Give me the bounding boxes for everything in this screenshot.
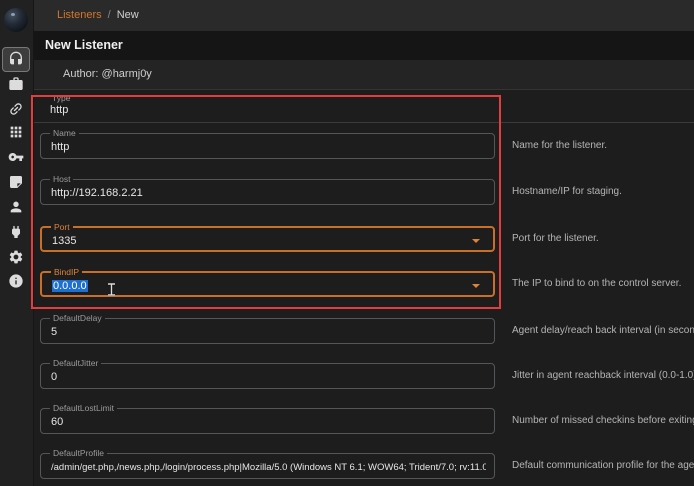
- breadcrumb-listeners-link[interactable]: Listeners: [57, 9, 102, 21]
- author-label: Author: @harmj0y: [63, 68, 152, 80]
- field-label: Host: [50, 174, 73, 185]
- form-field-row: Host http://192.168.2.21 Hostname/IP for…: [34, 179, 694, 209]
- headset-icon: [8, 51, 24, 67]
- sidebar-item-settings[interactable]: [8, 249, 24, 265]
- sidebar-item-reporting[interactable]: [8, 174, 24, 190]
- field-description: Name for the listener.: [512, 140, 607, 151]
- briefcase-icon: [8, 76, 24, 92]
- field-defaultprofile[interactable]: DefaultProfile /admin/get.php,/news.php,…: [40, 453, 495, 479]
- field-host[interactable]: Host http://192.168.2.21: [40, 179, 495, 205]
- field-value: http://192.168.2.21: [51, 187, 143, 199]
- form-field-row: Name http Name for the listener.: [34, 133, 694, 163]
- listener-options-form: Type http Name http Name for the listene…: [34, 89, 694, 486]
- field-value: 0: [51, 371, 57, 383]
- field-value: http: [50, 104, 68, 116]
- form-field-row: Type http: [34, 93, 694, 123]
- chevron-down-icon: [472, 239, 480, 243]
- field-description: Port for the listener.: [512, 233, 599, 244]
- note-icon: [8, 174, 24, 190]
- field-label: DefaultProfile: [50, 448, 107, 459]
- field-value: 0.0.0.0: [52, 280, 88, 292]
- field-description: The IP to bind to on the control server.: [512, 278, 681, 289]
- field-defaultlostlimit[interactable]: DefaultLostLimit 60: [40, 408, 495, 434]
- sidebar-item-modules[interactable]: [8, 124, 24, 140]
- field-name[interactable]: Name http: [40, 133, 495, 159]
- gear-icon: [8, 249, 24, 265]
- sidebar-item-stagers[interactable]: [8, 76, 24, 92]
- field-description: Agent delay/reach back interval (in seco…: [512, 325, 694, 336]
- field-label: Name: [50, 128, 79, 139]
- field-bindip[interactable]: BindIP 0.0.0.0: [40, 271, 495, 297]
- field-port[interactable]: Port 1335: [40, 226, 495, 252]
- plug-icon: [8, 224, 24, 240]
- page-title: New Listener: [45, 38, 123, 52]
- starkiller-new-listener-page: { "colors":{"accent_orange":"#c96f28","a…: [0, 0, 694, 486]
- form-field-row: DefaultProfile /admin/get.php,/news.php,…: [34, 453, 694, 483]
- breadcrumb-current: New: [117, 9, 139, 21]
- field-description: Jitter in agent reachback interval (0.0-…: [512, 370, 694, 381]
- logo-highlight: [11, 13, 15, 16]
- field-defaultdelay[interactable]: DefaultDelay 5: [40, 318, 495, 344]
- sidebar-item-plugins[interactable]: [8, 224, 24, 240]
- field-value: /admin/get.php,/news.php,/login/process.…: [51, 462, 486, 473]
- sidebar-item-credentials[interactable]: [8, 149, 24, 165]
- field-description: Hostname/IP for staging.: [512, 186, 622, 197]
- field-label: Type: [49, 93, 73, 104]
- key-icon: [8, 149, 24, 165]
- page-title-bar: New Listener: [34, 31, 694, 60]
- app-logo[interactable]: [4, 8, 28, 32]
- field-description: Default communication profile for the ag…: [512, 460, 694, 471]
- link-icon: [5, 98, 28, 121]
- selected-text: 0.0.0.0: [52, 280, 88, 292]
- field-label: DefaultDelay: [50, 313, 105, 324]
- grid-icon: [8, 124, 24, 140]
- field-value: 1335: [52, 235, 76, 247]
- breadcrumb-bar: Listeners / New: [34, 0, 694, 31]
- breadcrumb-separator: /: [108, 9, 111, 21]
- field-defaultjitter[interactable]: DefaultJitter 0: [40, 363, 495, 389]
- chevron-down-icon: [472, 284, 480, 288]
- field-description: Number of missed checkins before exiting: [512, 415, 694, 426]
- field-label: Port: [51, 222, 73, 233]
- breadcrumb: Listeners / New: [57, 9, 139, 21]
- field-label: DefaultJitter: [50, 358, 101, 369]
- field-value: http: [51, 141, 69, 153]
- form-field-row: DefaultDelay 5 Agent delay/reach back in…: [34, 318, 694, 348]
- sidebar-item-listeners[interactable]: [8, 51, 24, 67]
- person-icon: [8, 199, 24, 215]
- form-field-row: DefaultLostLimit 60 Number of missed che…: [34, 408, 694, 438]
- form-field-row: BindIP 0.0.0.0 The IP to bind to on the …: [34, 271, 694, 301]
- field-value: 60: [51, 416, 63, 428]
- form-field-row: DefaultJitter 0 Jitter in agent reachbac…: [34, 363, 694, 393]
- field-value: 5: [51, 326, 57, 338]
- sidebar-nav: [0, 0, 34, 486]
- field-label: DefaultLostLimit: [50, 403, 117, 414]
- author-bar: Author: @harmj0y: [34, 60, 694, 89]
- form-field-row: Port 1335 Port for the listener.: [34, 226, 694, 256]
- field-label: BindIP: [51, 267, 82, 278]
- sidebar-item-users[interactable]: [8, 199, 24, 215]
- field-type[interactable]: Type http: [40, 93, 495, 119]
- sidebar-item-about[interactable]: [8, 273, 24, 289]
- info-icon: [8, 273, 24, 289]
- sidebar-item-agents[interactable]: [8, 101, 24, 117]
